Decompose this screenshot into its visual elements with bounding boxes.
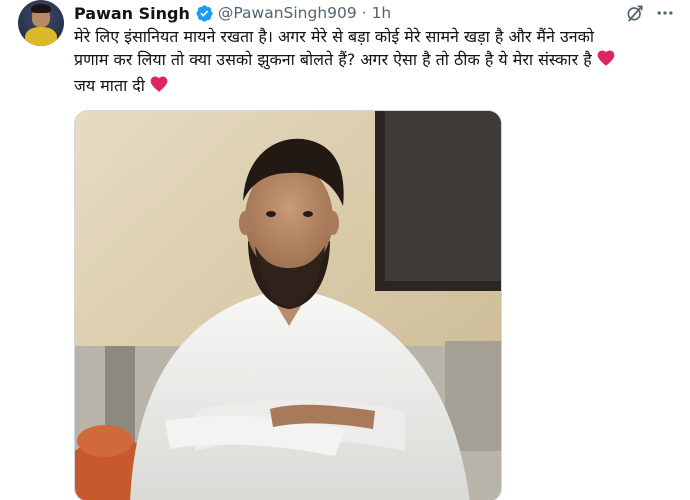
display-name[interactable]: Pawan Singh — [74, 4, 190, 23]
red-heart-icon — [149, 74, 169, 100]
verified-badge-icon — [195, 4, 214, 23]
handle-row: @PawanSingh909 · 1h — [218, 4, 391, 22]
tweet-text: मेरे लिए इंसानियत मायने रखता है। अगर मेर… — [74, 25, 680, 100]
avatar-hair — [31, 4, 51, 13]
handle[interactable]: @PawanSingh909 — [218, 4, 357, 22]
tweet-header: Pawan Singh @PawanSingh909 · 1h — [74, 2, 391, 24]
tweet-text-line-3: जय माता दी — [74, 74, 680, 100]
separator: · — [361, 4, 367, 22]
tweet: Pawan Singh @PawanSingh909 · 1h मेरे लिए… — [0, 0, 690, 500]
tweet-text-line-2: प्रणाम कर लिया तो क्या उसको झुकना बोलते … — [74, 48, 680, 74]
tweet-photo[interactable] — [74, 110, 502, 500]
tweet-text-line-1: मेरे लिए इंसानियत मायने रखता है। अगर मेर… — [74, 27, 595, 46]
avatar-body — [25, 27, 57, 46]
more-options-icon[interactable] — [653, 2, 677, 24]
timestamp[interactable]: 1h — [372, 4, 392, 22]
tweet-text-line-2-content: प्रणाम कर लिया तो क्या उसको झुकना बोलते … — [74, 50, 592, 69]
tweet-text-line-3-content: जय माता दी — [74, 76, 145, 95]
red-heart-icon — [596, 48, 616, 74]
avatar[interactable] — [18, 0, 64, 46]
grok-icon[interactable] — [624, 2, 646, 24]
